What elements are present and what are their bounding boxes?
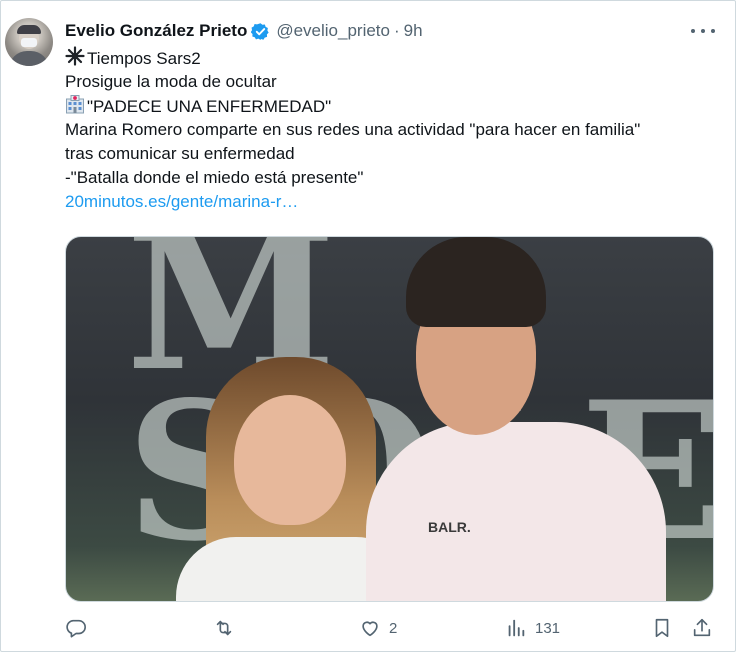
bookmark-button[interactable] — [651, 613, 673, 643]
bookmark-icon — [655, 618, 669, 638]
verified-badge-icon — [251, 22, 269, 40]
like-button[interactable]: 2 — [359, 613, 397, 643]
tweet-line: -"Batalla donde el miedo está presente" — [65, 166, 715, 190]
tweet-media-photo[interactable]: MSOLEDAD BALR. — [65, 236, 714, 602]
tweet-line: Tiempos Sars2 — [65, 46, 715, 70]
retweet-icon — [216, 620, 232, 636]
avatar-cap — [17, 25, 41, 34]
avatar-body — [9, 51, 49, 66]
photo-person-woman-face — [234, 395, 346, 525]
views-icon — [508, 619, 525, 637]
author-handle[interactable]: @evelio_prieto — [276, 21, 390, 41]
views-button[interactable]: 131 — [505, 613, 560, 643]
tweet-line: 20minutos.es/gente/marina-r… — [65, 190, 715, 214]
tweet-line-text: Prosigue la moda de ocultar — [65, 72, 277, 91]
photo-person-man-hair — [406, 237, 546, 327]
more-icon[interactable] — [691, 21, 715, 41]
share-button[interactable] — [691, 613, 713, 643]
tweet-card[interactable]: Evelio González Prieto @evelio_prieto · … — [0, 0, 736, 652]
tweet-line: "PADECE UNA ENFERMEDAD" — [65, 94, 715, 118]
avatar-mask — [21, 38, 37, 47]
retweet-button[interactable] — [213, 613, 243, 643]
tweet-line-text: Tiempos Sars2 — [87, 49, 201, 68]
more-dot — [701, 29, 705, 33]
tweet-line-text: Marina Romero comparte en sus redes una … — [65, 120, 641, 139]
more-dot — [691, 29, 695, 33]
tweet-line-text: tras comunicar su enfermedad — [65, 144, 295, 163]
share-icon — [693, 618, 711, 637]
photo-shirt-logo: BALR. — [428, 519, 471, 535]
tweet-link[interactable]: 20minutos.es/gente/marina-r… — [65, 192, 298, 211]
avatar[interactable] — [5, 18, 53, 66]
author-name[interactable]: Evelio González Prieto — [65, 21, 247, 41]
reply-button[interactable] — [65, 613, 95, 643]
tweet-line: Prosigue la moda de ocultar — [65, 70, 715, 94]
tweet-line: Marina Romero comparte en sus redes una … — [65, 118, 715, 142]
sparkle-icon — [65, 46, 85, 66]
tweet-text: Tiempos Sars2 Prosigue la moda de oculta… — [65, 46, 715, 214]
tweet-line-text: "PADECE UNA ENFERMEDAD" — [87, 97, 332, 116]
like-count: 2 — [389, 619, 398, 637]
reply-icon — [66, 619, 86, 638]
tweet-header: Evelio González Prieto @evelio_prieto · … — [65, 19, 423, 43]
tweet-time[interactable]: 9h — [404, 21, 423, 41]
tweet-line-text: -"Batalla donde el miedo está presente" — [65, 168, 364, 187]
like-icon — [362, 621, 378, 637]
photo-person-man-shirt — [366, 422, 666, 601]
action-bar: 2 131 — [65, 613, 721, 643]
views-count: 131 — [535, 619, 561, 637]
separator-dot: · — [393, 21, 400, 40]
more-dot — [711, 29, 715, 33]
tweet-line: tras comunicar su enfermedad — [65, 142, 715, 166]
hospital-icon — [66, 95, 84, 114]
